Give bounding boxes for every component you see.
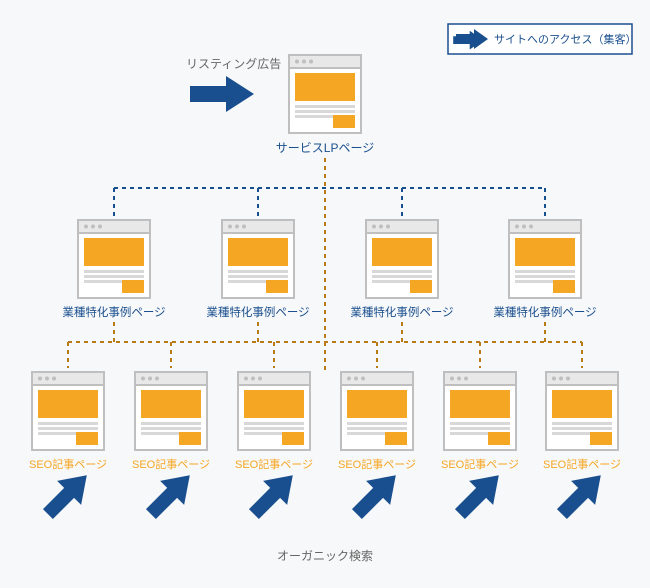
lp-page-label: サービスLPページ [276,141,374,155]
organic-arrow-icon [448,463,511,526]
organic-arrow-icon [242,463,305,526]
seo-page-label: SEO記事ページ [543,457,621,471]
industry-page-icon [366,220,438,298]
seo-page-icon [546,372,618,450]
listing-ad-label: リスティング広告 [186,57,281,71]
organic-arrow-icon [550,463,613,526]
seo-page-label: SEO記事ページ [235,457,313,471]
seo-page-icon [238,372,310,450]
industry-page-label: 業種特化事例ページ [206,305,309,319]
legend-label: サイトへのアクセス（集客） [494,32,636,46]
legend: サイトへのアクセス（集客） [448,24,636,54]
seo-page-label: SEO記事ページ [132,457,210,471]
seo-page-icon [135,372,207,450]
listing-arrow-icon [190,76,254,112]
industry-page-icon [222,220,294,298]
lp-page-icon [289,55,361,133]
seo-page-label: SEO記事ページ [441,457,519,471]
industry-page-icon [78,220,150,298]
industry-page-label: 業種特化事例ページ [493,305,596,319]
industry-page-label: 業種特化事例ページ [350,305,453,319]
industry-page-icon [509,220,581,298]
seo-page-icon [32,372,104,450]
seo-page-label: SEO記事ページ [29,457,107,471]
organic-arrow-icon [345,463,408,526]
organic-arrow-icon [36,463,99,526]
seo-page-icon [444,372,516,450]
organic-search-label: オーガニック検索 [277,549,373,563]
seo-page-label: SEO記事ページ [338,457,416,471]
industry-page-label: 業種特化事例ページ [62,305,165,319]
organic-arrow-icon [139,463,202,526]
seo-page-icon [341,372,413,450]
site-structure-diagram: サイトへのアクセス（集客） リスティング広告 サービスLPページ 業種特化事例ペ… [0,0,650,588]
